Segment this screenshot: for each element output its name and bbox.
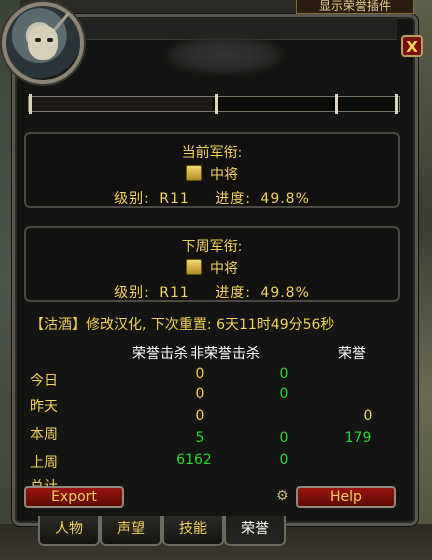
today-hk: 0	[195, 366, 205, 382]
header-honorable-kills: 荣誉击杀	[132, 346, 188, 362]
progress-tick	[215, 94, 218, 114]
tab-skills[interactable]: 技能	[162, 516, 224, 546]
level-value: R11	[159, 285, 190, 301]
lastweek-dk: 0	[279, 430, 289, 446]
portrait-eye	[47, 38, 53, 42]
addon-title-tab: 显示荣誉插件	[296, 0, 414, 14]
current-rank-level-row: 级别: R11 进度: 49.8%	[26, 188, 398, 208]
total-dk: 0	[279, 452, 289, 468]
thisweek-hk: 0	[195, 408, 205, 424]
next-rank-name-row: 中将	[26, 258, 398, 278]
row-label-this-week: 本周	[30, 427, 58, 443]
current-rank-title: 当前军衔:	[181, 145, 243, 161]
current-rank-name: 中将	[210, 167, 238, 183]
progress-tick	[395, 94, 398, 114]
thisweek-honor: 0	[363, 408, 373, 424]
progress-tick	[29, 94, 32, 114]
tab-character[interactable]: 人物	[38, 516, 100, 546]
export-button[interactable]: Export	[24, 486, 124, 508]
help-button[interactable]: Help	[296, 486, 396, 508]
lastweek-hk: 5	[195, 430, 205, 446]
tab-honor[interactable]: 荣誉	[224, 516, 286, 546]
yesterday-dk: 0	[279, 386, 289, 402]
level-value: R11	[159, 191, 190, 207]
row-label-last-week: 上周	[30, 455, 58, 471]
rank-progress-bar	[28, 94, 400, 114]
header-honor: 荣誉	[338, 346, 366, 362]
header-dishonorable-kills: 非荣誉击杀	[190, 346, 260, 362]
tab-reputation[interactable]: 声望	[100, 516, 162, 546]
gear-icon[interactable]: ⚙	[276, 488, 289, 504]
progress-label: 进度:	[215, 191, 251, 207]
lastweek-honor: 179	[344, 430, 372, 446]
rank-insignia-icon	[186, 165, 202, 181]
close-button[interactable]: X	[401, 35, 423, 57]
progress-value: 49.8%	[260, 285, 310, 301]
today-dk: 0	[279, 366, 289, 382]
next-rank-panel: 下周军衔: 中将 级别: R11 进度: 49.8%	[24, 226, 400, 302]
progress-value: 49.8%	[260, 191, 310, 207]
portrait-eye	[35, 38, 41, 42]
next-rank-level-row: 级别: R11 进度: 49.8%	[26, 282, 398, 302]
progress-label: 进度:	[215, 285, 251, 301]
rank-progress-fill	[29, 97, 214, 111]
level-label: 级别:	[114, 285, 150, 301]
portrait-face	[28, 26, 58, 60]
character-portrait	[2, 2, 84, 84]
current-rank-panel: 当前军衔: 中将 级别: R11 进度: 49.8%	[24, 132, 400, 208]
current-rank-name-row: 中将	[26, 164, 398, 184]
level-label: 级别:	[114, 191, 150, 207]
yesterday-hk: 0	[195, 386, 205, 402]
row-label-today: 今日	[30, 373, 58, 389]
blurred-player-name	[165, 35, 285, 75]
next-rank-title: 下周军衔:	[181, 239, 243, 255]
reset-countdown: 【沽酒】修改汉化, 下次重置: 6天11时49分56秒	[30, 317, 335, 333]
row-label-yesterday: 昨天	[30, 399, 58, 415]
total-hk: 6162	[176, 452, 212, 468]
progress-tick	[335, 94, 338, 114]
next-rank-name: 中将	[210, 261, 238, 277]
rank-insignia-icon	[186, 259, 202, 275]
